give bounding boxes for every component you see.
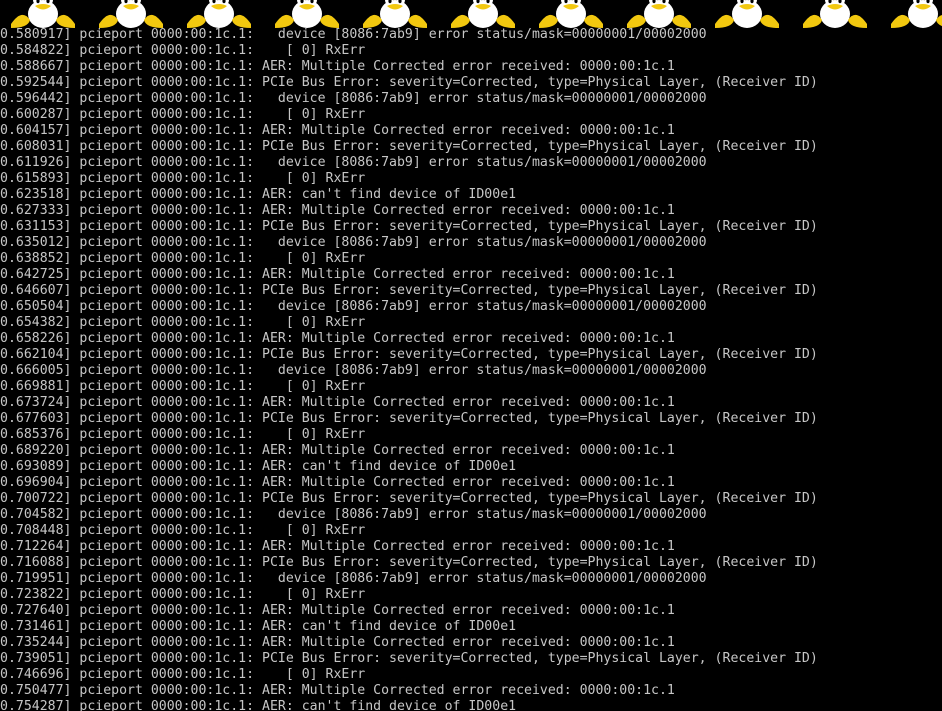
kernel-console-output: 0.580917] pcieport 0000:00:1c.1: device … <box>0 27 942 711</box>
console-line: 0.716088] pcieport 0000:00:1c.1: PCIe Bu… <box>0 555 818 570</box>
tux-penguin-icon <box>352 0 440 28</box>
console-line: 0.580917] pcieport 0000:00:1c.1: device … <box>0 27 707 42</box>
console-line: 0.754287] pcieport 0000:00:1c.1: AER: ca… <box>0 699 517 711</box>
console-line: 0.638852] pcieport 0000:00:1c.1: [ 0] Rx… <box>0 251 366 266</box>
console-line: 0.646607] pcieport 0000:00:1c.1: PCIe Bu… <box>0 283 818 298</box>
tux-penguin-icon <box>176 0 264 28</box>
tux-penguin-icon <box>88 0 176 28</box>
console-line: 0.704582] pcieport 0000:00:1c.1: device … <box>0 507 707 522</box>
console-line: 0.708448] pcieport 0000:00:1c.1: [ 0] Rx… <box>0 523 366 538</box>
console-line: 0.696904] pcieport 0000:00:1c.1: AER: Mu… <box>0 475 675 490</box>
console-line: 0.584822] pcieport 0000:00:1c.1: [ 0] Rx… <box>0 43 366 58</box>
boot-logo-bar <box>0 0 942 28</box>
tux-penguin-icon <box>440 0 528 28</box>
console-line: 0.650504] pcieport 0000:00:1c.1: device … <box>0 299 707 314</box>
tux-penguin-icon <box>880 0 942 28</box>
tux-penguin-icon <box>528 0 616 28</box>
tux-penguin-icon <box>616 0 704 28</box>
console-line: 0.746696] pcieport 0000:00:1c.1: [ 0] Rx… <box>0 667 366 682</box>
console-line: 0.604157] pcieport 0000:00:1c.1: AER: Mu… <box>0 123 675 138</box>
tux-penguin-icon <box>0 0 88 28</box>
console-line: 0.627333] pcieport 0000:00:1c.1: AER: Mu… <box>0 203 675 218</box>
console-line: 0.654382] pcieport 0000:00:1c.1: [ 0] Rx… <box>0 315 366 330</box>
tux-penguin-icon <box>792 0 880 28</box>
console-line: 0.623518] pcieport 0000:00:1c.1: AER: ca… <box>0 187 517 202</box>
console-line: 0.631153] pcieport 0000:00:1c.1: PCIe Bu… <box>0 219 818 234</box>
console-line: 0.635012] pcieport 0000:00:1c.1: device … <box>0 235 707 250</box>
console-line: 0.588667] pcieport 0000:00:1c.1: AER: Mu… <box>0 59 675 74</box>
console-line: 0.615893] pcieport 0000:00:1c.1: [ 0] Rx… <box>0 171 366 186</box>
console-line: 0.739051] pcieport 0000:00:1c.1: PCIe Bu… <box>0 651 818 666</box>
console-line: 0.673724] pcieport 0000:00:1c.1: AER: Mu… <box>0 395 675 410</box>
console-line: 0.735244] pcieport 0000:00:1c.1: AER: Mu… <box>0 635 675 650</box>
console-line: 0.608031] pcieport 0000:00:1c.1: PCIe Bu… <box>0 139 818 154</box>
console-line: 0.611926] pcieport 0000:00:1c.1: device … <box>0 155 707 170</box>
tux-penguin-icon <box>704 0 792 28</box>
console-line: 0.689220] pcieport 0000:00:1c.1: AER: Mu… <box>0 443 675 458</box>
tux-penguin-icon <box>264 0 352 28</box>
console-line: 0.712264] pcieport 0000:00:1c.1: AER: Mu… <box>0 539 675 554</box>
console-line: 0.731461] pcieport 0000:00:1c.1: AER: ca… <box>0 619 517 634</box>
console-line: 0.677603] pcieport 0000:00:1c.1: PCIe Bu… <box>0 411 818 426</box>
console-line: 0.723822] pcieport 0000:00:1c.1: [ 0] Rx… <box>0 587 366 602</box>
console-line: 0.727640] pcieport 0000:00:1c.1: AER: Mu… <box>0 603 675 618</box>
console-line: 0.750477] pcieport 0000:00:1c.1: AER: Mu… <box>0 683 675 698</box>
console-line: 0.642725] pcieport 0000:00:1c.1: AER: Mu… <box>0 267 675 282</box>
console-line: 0.669881] pcieport 0000:00:1c.1: [ 0] Rx… <box>0 379 366 394</box>
console-line: 0.592544] pcieport 0000:00:1c.1: PCIe Bu… <box>0 75 818 90</box>
console-line: 0.693089] pcieport 0000:00:1c.1: AER: ca… <box>0 459 517 474</box>
console-line: 0.662104] pcieport 0000:00:1c.1: PCIe Bu… <box>0 347 818 362</box>
console-line: 0.658226] pcieport 0000:00:1c.1: AER: Mu… <box>0 331 675 346</box>
console-line: 0.596442] pcieport 0000:00:1c.1: device … <box>0 91 707 106</box>
console-line: 0.719951] pcieport 0000:00:1c.1: device … <box>0 571 707 586</box>
console-line: 0.700722] pcieport 0000:00:1c.1: PCIe Bu… <box>0 491 818 506</box>
console-line: 0.600287] pcieport 0000:00:1c.1: [ 0] Rx… <box>0 107 366 122</box>
console-line: 0.685376] pcieport 0000:00:1c.1: [ 0] Rx… <box>0 427 366 442</box>
console-line: 0.666005] pcieport 0000:00:1c.1: device … <box>0 363 707 378</box>
